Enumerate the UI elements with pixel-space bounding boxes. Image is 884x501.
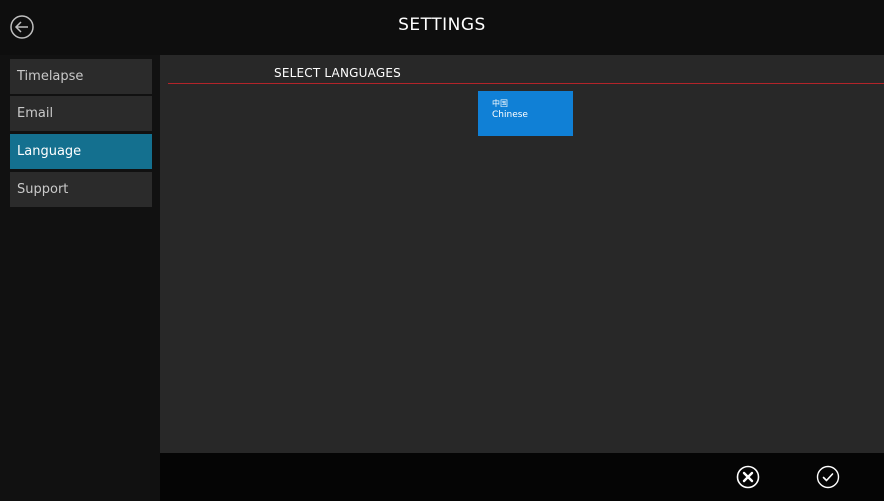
confirm-button[interactable] <box>816 465 840 489</box>
footer-bar <box>160 453 884 501</box>
sidebar-item-language[interactable]: Language <box>10 134 152 169</box>
page-title: SETTINGS <box>398 15 486 35</box>
top-bar: SETTINGS <box>0 0 884 55</box>
section-divider <box>168 83 884 84</box>
main-content: SELECT LANGUAGES 中国 Chinese <box>160 55 884 453</box>
section-title: SELECT LANGUAGES <box>274 66 401 80</box>
sidebar-item-email[interactable]: Email <box>10 96 152 131</box>
language-name: Chinese <box>492 110 528 120</box>
close-circle-icon <box>736 465 760 489</box>
cancel-button[interactable] <box>736 465 760 489</box>
check-circle-icon <box>816 465 840 489</box>
sidebar-item-timelapse[interactable]: Timelapse <box>10 59 152 94</box>
language-native-name: 中国 <box>492 99 508 108</box>
sidebar-item-support[interactable]: Support <box>10 172 152 207</box>
settings-window: SETTINGS Timelapse Email Language Suppor… <box>0 0 884 501</box>
language-tile-chinese[interactable]: 中国 Chinese <box>478 91 573 136</box>
sidebar: Timelapse Email Language Support <box>0 55 160 501</box>
